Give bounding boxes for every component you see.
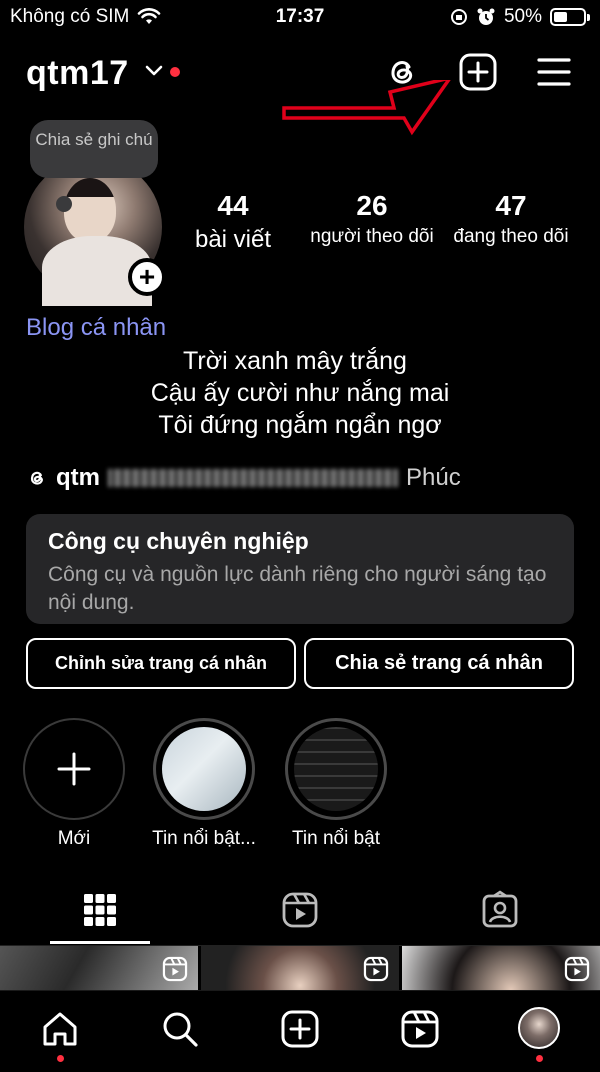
followers-label: người theo dõi — [310, 226, 434, 247]
post-grid — [0, 946, 600, 990]
grid-icon[interactable] — [80, 890, 120, 930]
add-story-plus-icon[interactable]: + — [128, 258, 166, 296]
following-count: 47 — [495, 190, 527, 221]
content-tabs — [0, 884, 600, 946]
stat-followers[interactable]: 26 người theo dõi — [307, 190, 437, 248]
stat-following[interactable]: 47 đang theo dõi — [446, 190, 576, 248]
bio-text: Trời xanh mây trắng Cậu ấy cười như nắng… — [0, 345, 600, 441]
note-bubble-tail — [56, 196, 72, 212]
edit-profile-button[interactable]: Chỉnh sửa trang cá nhân — [26, 638, 296, 689]
followers-count: 26 — [356, 190, 388, 221]
chevron-down-icon[interactable] — [144, 64, 164, 78]
grid-post[interactable] — [0, 946, 198, 990]
bio-line: Tôi đứng ngắm ngẩn ngơ — [158, 411, 442, 439]
grid-post[interactable] — [402, 946, 600, 990]
username-switcher[interactable]: qtm17 — [26, 54, 129, 93]
status-bar: Không có SIM 17:37 50% — [0, 0, 600, 34]
add-post-icon[interactable] — [458, 52, 498, 92]
stat-posts: 44 bài viết — [168, 190, 298, 254]
pro-dashboard-subtitle: Công cụ và nguồn lực dành riêng cho ngườ… — [48, 563, 547, 614]
notification-dot — [170, 67, 180, 77]
battery-icon — [550, 8, 590, 26]
highlight-new[interactable]: Mới — [22, 718, 126, 850]
alarm-icon — [477, 8, 495, 25]
profile-notification-dot — [536, 1055, 543, 1062]
threads-icon — [30, 471, 43, 485]
reels-icon — [564, 956, 590, 982]
create-icon[interactable] — [280, 1009, 320, 1049]
reels-icon[interactable] — [400, 1009, 440, 1049]
highlight-label: Tin nổi bật... — [152, 828, 256, 849]
search-icon[interactable] — [160, 1009, 200, 1049]
red-arrow-annotation — [282, 80, 451, 136]
profile-avatar-large[interactable]: + — [24, 158, 166, 306]
tagged-icon[interactable] — [480, 890, 520, 930]
highlight-label: Mới — [57, 828, 91, 849]
profile-header: qtm17 — [0, 46, 600, 136]
bio-category-link[interactable]: Blog cá nhân — [26, 314, 166, 342]
pro-dashboard-title: Công cụ chuyên nghiệp — [48, 528, 309, 554]
highlight-cover — [285, 718, 387, 820]
bio-line: Trời xanh mây trắng — [183, 347, 407, 375]
home-notification-dot — [57, 1055, 64, 1062]
professional-dashboard-card[interactable]: Công cụ chuyên nghiệp Công cụ và nguồn l… — [26, 514, 574, 624]
posts-label: bài viết — [194, 226, 272, 253]
active-tab-indicator — [50, 941, 150, 944]
highlight-cover — [153, 718, 255, 820]
highlight-item[interactable]: Tin nổi bật... — [152, 718, 256, 850]
threads-handle: qtm — [56, 464, 100, 491]
reels-icon — [363, 956, 389, 982]
battery-percent: 50% — [503, 6, 542, 27]
reels-icon — [162, 956, 188, 982]
orientation-lock-icon — [450, 9, 467, 25]
highlight-item[interactable]: Tin nổi bật — [284, 718, 388, 850]
grid-post[interactable] — [201, 946, 399, 990]
threads-name-suffix: Phúc — [406, 464, 461, 491]
bottom-navigation — [0, 990, 600, 1072]
share-profile-button[interactable]: Chia sẻ trang cá nhân — [304, 638, 574, 689]
plus-icon — [57, 752, 91, 786]
reels-icon[interactable] — [280, 890, 320, 930]
posts-count: 44 — [217, 190, 249, 221]
menu-icon[interactable] — [536, 54, 572, 90]
profile-avatar[interactable] — [518, 1007, 560, 1049]
status-right: 50% — [450, 6, 590, 28]
threads-profile-link[interactable]: qtm Phúc — [26, 464, 461, 492]
blurred-text — [108, 469, 398, 487]
following-label: đang theo dõi — [453, 226, 569, 247]
home-icon[interactable] — [40, 1009, 80, 1049]
bio-line: Cậu ấy cười như nắng mai — [150, 379, 450, 407]
new-highlight-circle — [23, 718, 125, 820]
share-note-bubble[interactable]: Chia sẻ ghi chú — [30, 120, 158, 178]
highlight-label: Tin nổi bật — [291, 828, 380, 849]
